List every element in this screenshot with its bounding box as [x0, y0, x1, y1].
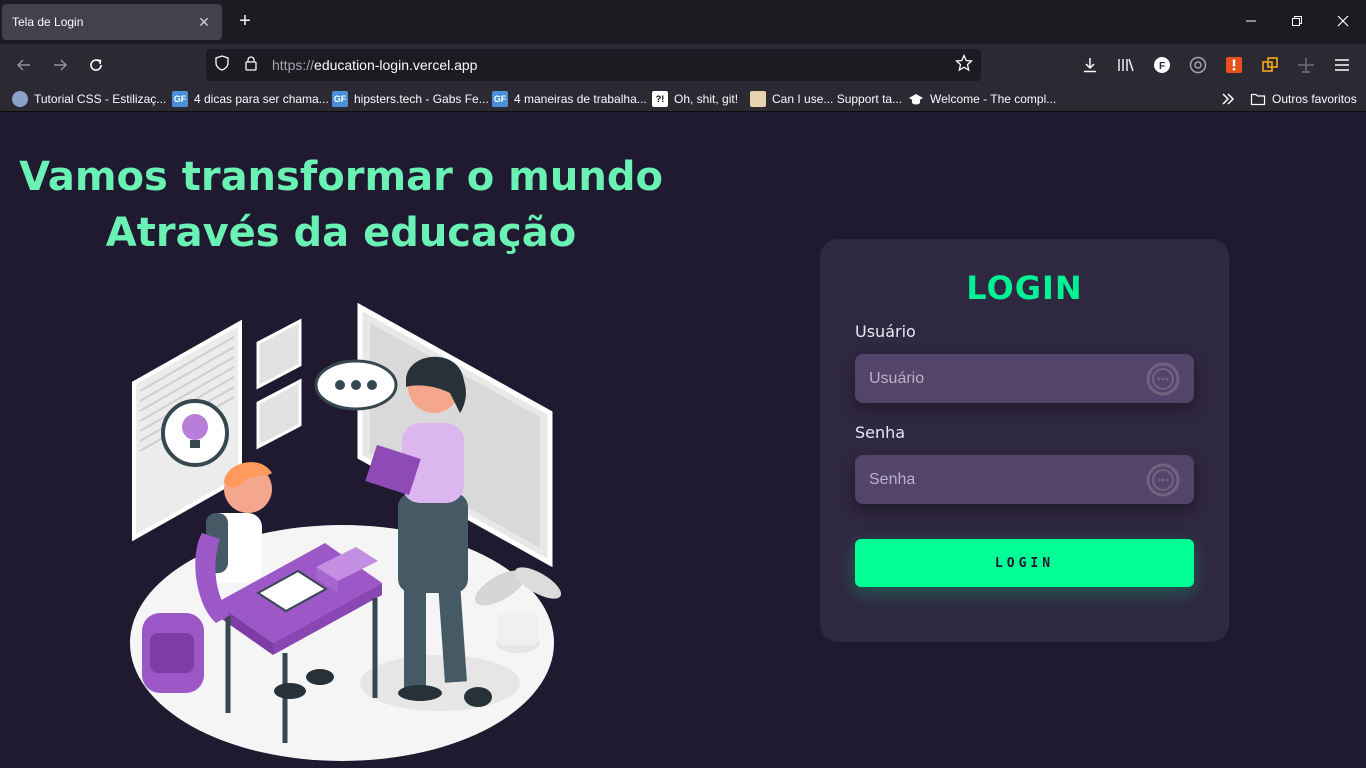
bookmark-label: Tutorial CSS - Estilizaç...	[34, 92, 167, 106]
bookmark-item[interactable]: GF hipsters.tech - Gabs Fe...	[332, 90, 489, 108]
navigation-toolbar: https://education-login.vercel.app F	[0, 44, 1366, 86]
bookmark-item[interactable]: GF 4 maneiras de trabalha...	[492, 90, 647, 108]
tab-bar: Tela de Login ✕ +	[0, 0, 1366, 44]
login-title: LOGIN	[966, 269, 1083, 307]
back-icon[interactable]	[12, 54, 36, 76]
tracking-protection-icon[interactable]	[214, 54, 230, 76]
forward-icon[interactable]	[48, 54, 72, 76]
login-button[interactable]: LOGIN	[855, 539, 1194, 587]
new-tab-icon[interactable]: +	[234, 10, 256, 32]
bookmark-label: 4 dicas para ser chama...	[194, 92, 329, 106]
reload-icon[interactable]	[84, 54, 108, 76]
extension-copy-icon[interactable]	[1258, 53, 1282, 77]
password-manager-icon[interactable]	[1146, 463, 1180, 497]
bookmarks-toolbar: Tutorial CSS - Estilizaç... GF 4 dicas p…	[0, 86, 1366, 112]
extension-f-icon[interactable]: F	[1150, 53, 1174, 77]
bookmark-label: 4 maneiras de trabalha...	[514, 92, 647, 106]
other-bookmarks-folder[interactable]: Outros favoritos	[1250, 90, 1357, 108]
minimize-icon[interactable]	[1240, 10, 1262, 32]
gf-favicon-icon: GF	[492, 91, 508, 107]
extension-alert-icon[interactable]	[1222, 53, 1246, 77]
bookmark-item[interactable]: Tutorial CSS - Estilizaç...	[12, 90, 166, 108]
bookmark-label: Oh, shit, git!	[674, 92, 739, 106]
close-window-icon[interactable]	[1332, 10, 1354, 32]
graduation-cap-icon	[908, 91, 924, 107]
bookmark-item[interactable]: Welcome - The compl...	[908, 90, 1056, 108]
education-illustration	[130, 303, 562, 761]
caniuse-favicon-icon	[750, 91, 766, 107]
bookmark-label: hipsters.tech - Gabs Fe...	[354, 92, 489, 106]
extension-headphone-icon[interactable]	[1186, 53, 1210, 77]
username-input[interactable]	[869, 369, 1146, 388]
download-icon[interactable]	[1078, 53, 1102, 77]
bookmark-item[interactable]: GF 4 dicas para ser chama...	[172, 90, 329, 108]
password-field[interactable]	[855, 455, 1194, 504]
browser-tab[interactable]: Tela de Login ✕	[2, 4, 222, 40]
lock-icon[interactable]	[244, 55, 258, 76]
page-content: Vamos transformar o mundo Através da edu…	[0, 113, 1366, 768]
svg-text:F: F	[1159, 61, 1165, 72]
other-bookmarks-label: Outros favoritos	[1272, 92, 1357, 106]
url-text: https://education-login.vercel.app	[272, 57, 477, 73]
restore-icon[interactable]	[1286, 10, 1308, 32]
bookmark-item[interactable]: Can I use... Support ta...	[750, 90, 902, 108]
bookmark-star-icon[interactable]	[954, 53, 974, 77]
headline: Vamos transformar o mundo Através da edu…	[0, 149, 682, 261]
tab-title: Tela de Login	[12, 15, 84, 29]
headline-line-1: Vamos transformar o mundo	[19, 154, 663, 200]
url-host: education-login.vercel.app	[314, 57, 478, 73]
address-bar[interactable]: https://education-login.vercel.app	[206, 49, 981, 81]
extension-ruler-icon[interactable]	[1294, 53, 1318, 77]
close-tab-icon[interactable]: ✕	[196, 14, 212, 30]
more-bookmarks-icon[interactable]	[1220, 90, 1236, 108]
password-label: Senha	[855, 423, 906, 442]
headline-line-2: Através da educação	[105, 210, 577, 256]
folder-icon	[1250, 91, 1266, 107]
password-input[interactable]	[869, 470, 1146, 489]
bookmark-label: Welcome - The compl...	[930, 92, 1057, 106]
username-label: Usuário	[855, 322, 916, 341]
library-icon[interactable]	[1114, 53, 1138, 77]
gf-favicon-icon: GF	[332, 91, 348, 107]
username-field[interactable]	[855, 354, 1194, 403]
url-scheme: https://	[272, 57, 315, 73]
menu-icon[interactable]	[1330, 53, 1354, 77]
password-manager-icon[interactable]	[1146, 362, 1180, 396]
bookmark-item[interactable]: ?! Oh, shit, git!	[652, 90, 738, 108]
avatar-favicon-icon	[12, 91, 28, 107]
bookmark-label: Can I use... Support ta...	[772, 92, 903, 106]
gf-favicon-icon: GF	[172, 91, 188, 107]
login-card: LOGIN Usuário Senha LOGIN	[820, 239, 1229, 642]
question-favicon-icon: ?!	[652, 91, 668, 107]
